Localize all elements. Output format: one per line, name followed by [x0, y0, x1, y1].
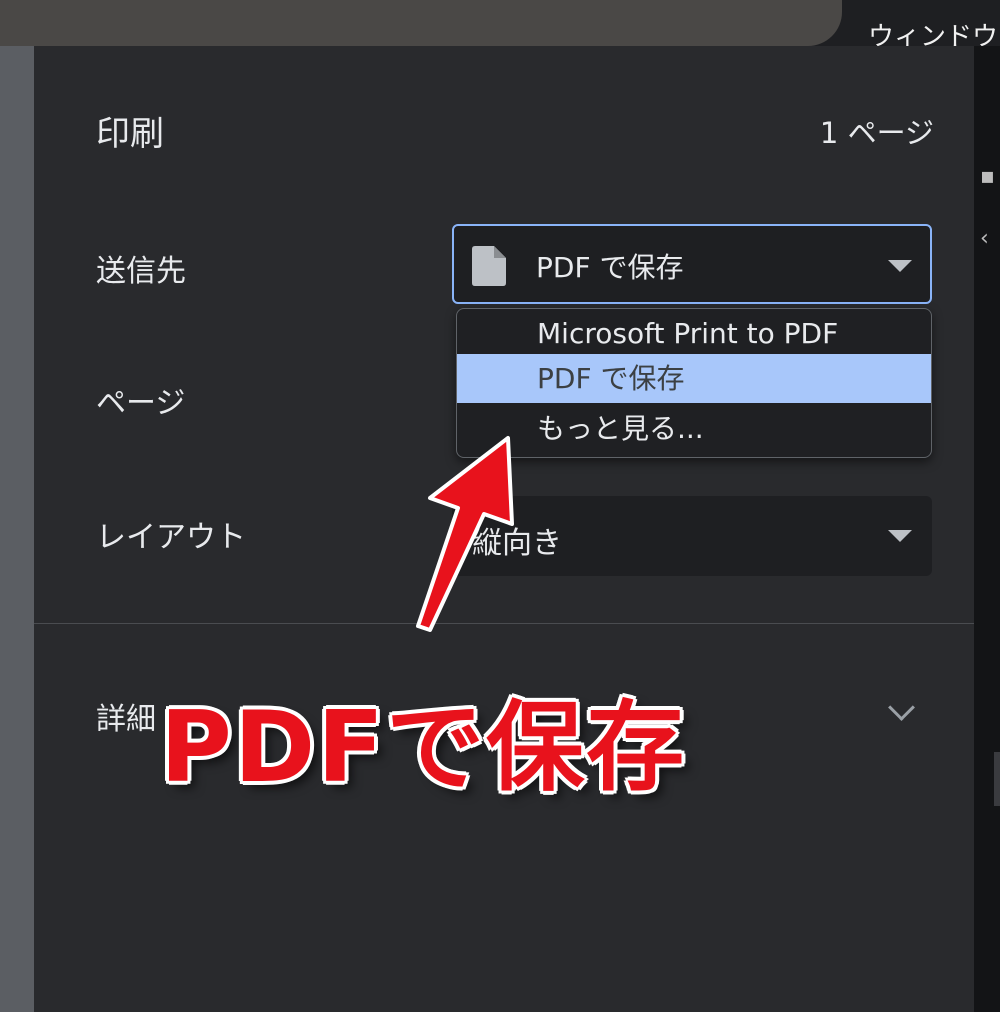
destination-value: PDF で保存: [536, 251, 684, 284]
chevron-down-icon[interactable]: [888, 694, 915, 721]
annotation-callout: PDFで保存: [160, 691, 687, 805]
destination-label: 送信先: [96, 254, 186, 289]
edge-glyph: ▪: [980, 164, 995, 189]
scrollbar[interactable]: [994, 752, 1000, 806]
dropdown-caret-icon: [888, 260, 912, 272]
option-save-as-pdf[interactable]: PDF で保存: [457, 354, 931, 403]
panel-title: 印刷: [96, 114, 164, 154]
browser-tab[interactable]: [0, 0, 842, 46]
file-icon: [472, 246, 506, 286]
annotation-arrow-icon: [416, 436, 514, 632]
layout-label: レイアウト: [96, 520, 246, 555]
right-edge: ▪ ‹: [974, 46, 1000, 1012]
edge-glyph: ‹: [980, 226, 989, 251]
more-settings-label[interactable]: 詳細: [96, 694, 156, 738]
page-count: 1 ページ: [819, 116, 934, 150]
left-edge: [0, 46, 34, 1012]
option-microsoft-print-to-pdf[interactable]: Microsoft Print to PDF: [457, 309, 931, 358]
dropdown-caret-icon: [888, 530, 912, 542]
destination-select[interactable]: PDF で保存: [452, 224, 932, 304]
pages-label: ページ: [96, 386, 186, 421]
